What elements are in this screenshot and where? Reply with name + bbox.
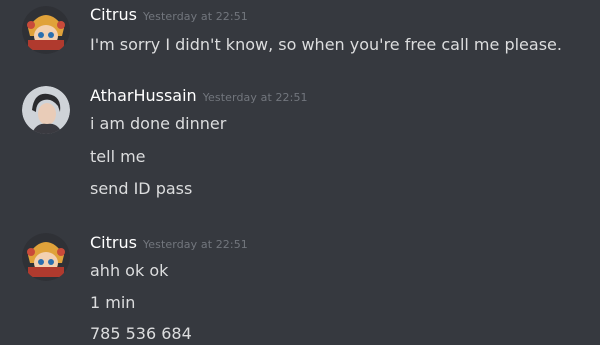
message-text: tell me bbox=[90, 147, 146, 166]
message-text: ahh ok ok bbox=[90, 261, 169, 280]
author-name[interactable]: Citrus bbox=[90, 5, 137, 24]
message-header: AtharHussain Yesterday at 22:51 bbox=[90, 86, 308, 105]
atharhussain-avatar[interactable] bbox=[22, 86, 70, 134]
citrus-avatar[interactable] bbox=[22, 6, 70, 54]
message-text: 785 536 684 bbox=[90, 324, 192, 343]
anime-character-icon bbox=[22, 233, 70, 281]
author-name[interactable]: Citrus bbox=[90, 233, 137, 252]
message-timestamp: Yesterday at 22:51 bbox=[142, 10, 248, 23]
citrus-avatar[interactable] bbox=[22, 233, 70, 281]
message-text: i am done dinner bbox=[90, 114, 227, 133]
message-text: send ID pass bbox=[90, 179, 193, 198]
message-timestamp: Yesterday at 22:51 bbox=[142, 238, 248, 251]
chat-messages: Citrus Yesterday at 22:51 I'm sorry I did… bbox=[0, 0, 600, 345]
message-header: Citrus Yesterday at 22:51 bbox=[90, 5, 248, 24]
message-text: 1 min bbox=[90, 293, 136, 312]
message-timestamp: Yesterday at 22:51 bbox=[202, 91, 308, 104]
user-photo-icon bbox=[22, 86, 70, 134]
author-name[interactable]: AtharHussain bbox=[90, 86, 197, 105]
message-header: Citrus Yesterday at 22:51 bbox=[90, 233, 248, 252]
anime-character-icon bbox=[22, 6, 70, 54]
message-text: I'm sorry I didn't know, so when you're … bbox=[90, 35, 562, 54]
